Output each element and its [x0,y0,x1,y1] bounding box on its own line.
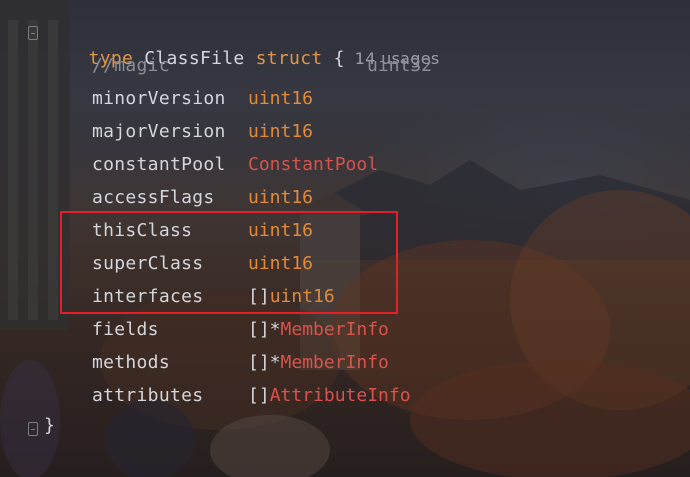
keyword-struct: struct [255,48,323,69]
field-type-accessflags: uint16 [248,187,314,208]
field-name-minorversion: minorVersion [92,88,226,109]
field-name-majorversion: majorVersion [92,121,226,142]
brace-close: } [44,415,56,436]
code-editor[interactable]: type ClassFile struct {14 usages //magic… [0,0,690,477]
field-type-majorversion: uint16 [248,121,314,142]
slice-prefix: [] [248,385,270,406]
field-type-fields[interactable]: MemberInfo [281,319,389,340]
field-type-minorversion: uint16 [248,88,314,109]
field-name-accessflags: accessFlags [92,187,215,208]
field-name-attributes: attributes [92,385,204,406]
fold-end-icon[interactable] [28,422,38,436]
field-type-magic: uint32 [367,55,433,76]
field-name-constantpool: constantPool [92,154,226,175]
field-type-fields-wrapper: []*MemberInfo [248,317,389,343]
brace-open: { [333,48,345,69]
field-type-attributes-wrapper: []AttributeInfo [248,383,411,409]
slice-pointer-prefix: []* [248,352,281,373]
field-type-attributes[interactable]: AttributeInfo [270,385,411,406]
highlight-box [60,211,398,314]
struct-header-line: type ClassFile struct {14 usages [44,20,440,69]
field-type-methods[interactable]: MemberInfo [281,352,389,373]
field-type-methods-wrapper: []*MemberInfo [248,350,389,376]
field-name-magic: //magic [92,55,170,76]
field-type-constantpool[interactable]: ConstantPool [248,152,378,178]
fold-icon[interactable] [28,26,38,40]
field-name-methods: methods [92,352,170,373]
field-name-fields: fields [92,319,159,340]
slice-pointer-prefix: []* [248,319,281,340]
